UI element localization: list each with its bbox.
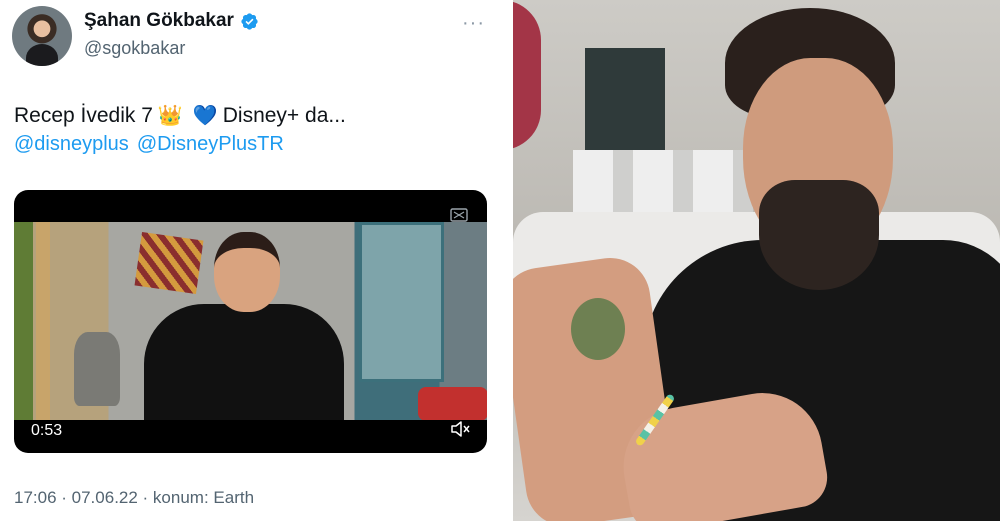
photo-wall-art — [513, 0, 541, 150]
video-person-body — [144, 304, 344, 420]
video-red-cushion — [418, 387, 487, 420]
video-person — [144, 232, 344, 420]
tweet-card: Şahan Gökbakar @sgokbakar ··· Recep İved… — [0, 0, 507, 521]
mentions: @disneyplus @DisneyPlusTR — [14, 133, 284, 156]
portrait-photo — [513, 0, 1000, 521]
photo-tree-tattoo — [571, 298, 625, 360]
tweet-timestamp[interactable]: 17:06 · 07.06.22 · konum: Earth — [14, 488, 254, 508]
video-player[interactable]: 0:53 — [14, 190, 487, 453]
tweet-text-part1: Recep İvedik 7 — [14, 103, 153, 127]
mute-speaker-icon[interactable] — [450, 420, 470, 438]
tweet-text-part2: Disney+ da... — [222, 103, 346, 127]
display-name[interactable]: Şahan Gökbakar — [84, 10, 234, 32]
name-row: Şahan Gökbakar — [84, 10, 259, 32]
tweet-text: Recep İvedik 7 👑 💙 Disney+ da... — [14, 103, 346, 128]
crown-emoji-icon: 👑 — [157, 105, 183, 127]
video-copper-pot — [74, 332, 120, 406]
verified-badge-icon — [241, 12, 258, 30]
avatar[interactable] — [12, 6, 72, 66]
video-person-head — [214, 232, 280, 312]
mention-link-disneyplus[interactable]: @disneyplus — [14, 133, 129, 156]
photo-chairs — [573, 150, 753, 220]
photo-beard — [759, 180, 879, 290]
user-handle[interactable]: @sgokbakar — [84, 38, 185, 59]
video-blue-door — [359, 222, 444, 382]
blue-heart-emoji-icon: 💙 — [192, 105, 218, 127]
video-wooden-post — [36, 222, 50, 420]
video-duration: 0:53 — [31, 422, 63, 439]
picture-in-picture-icon[interactable] — [450, 208, 468, 222]
more-dots-icon[interactable]: ··· — [462, 12, 485, 35]
video-frame — [14, 222, 487, 420]
mention-link-disneyplustr[interactable]: @DisneyPlusTR — [137, 133, 284, 156]
photo-shelf — [585, 48, 665, 158]
